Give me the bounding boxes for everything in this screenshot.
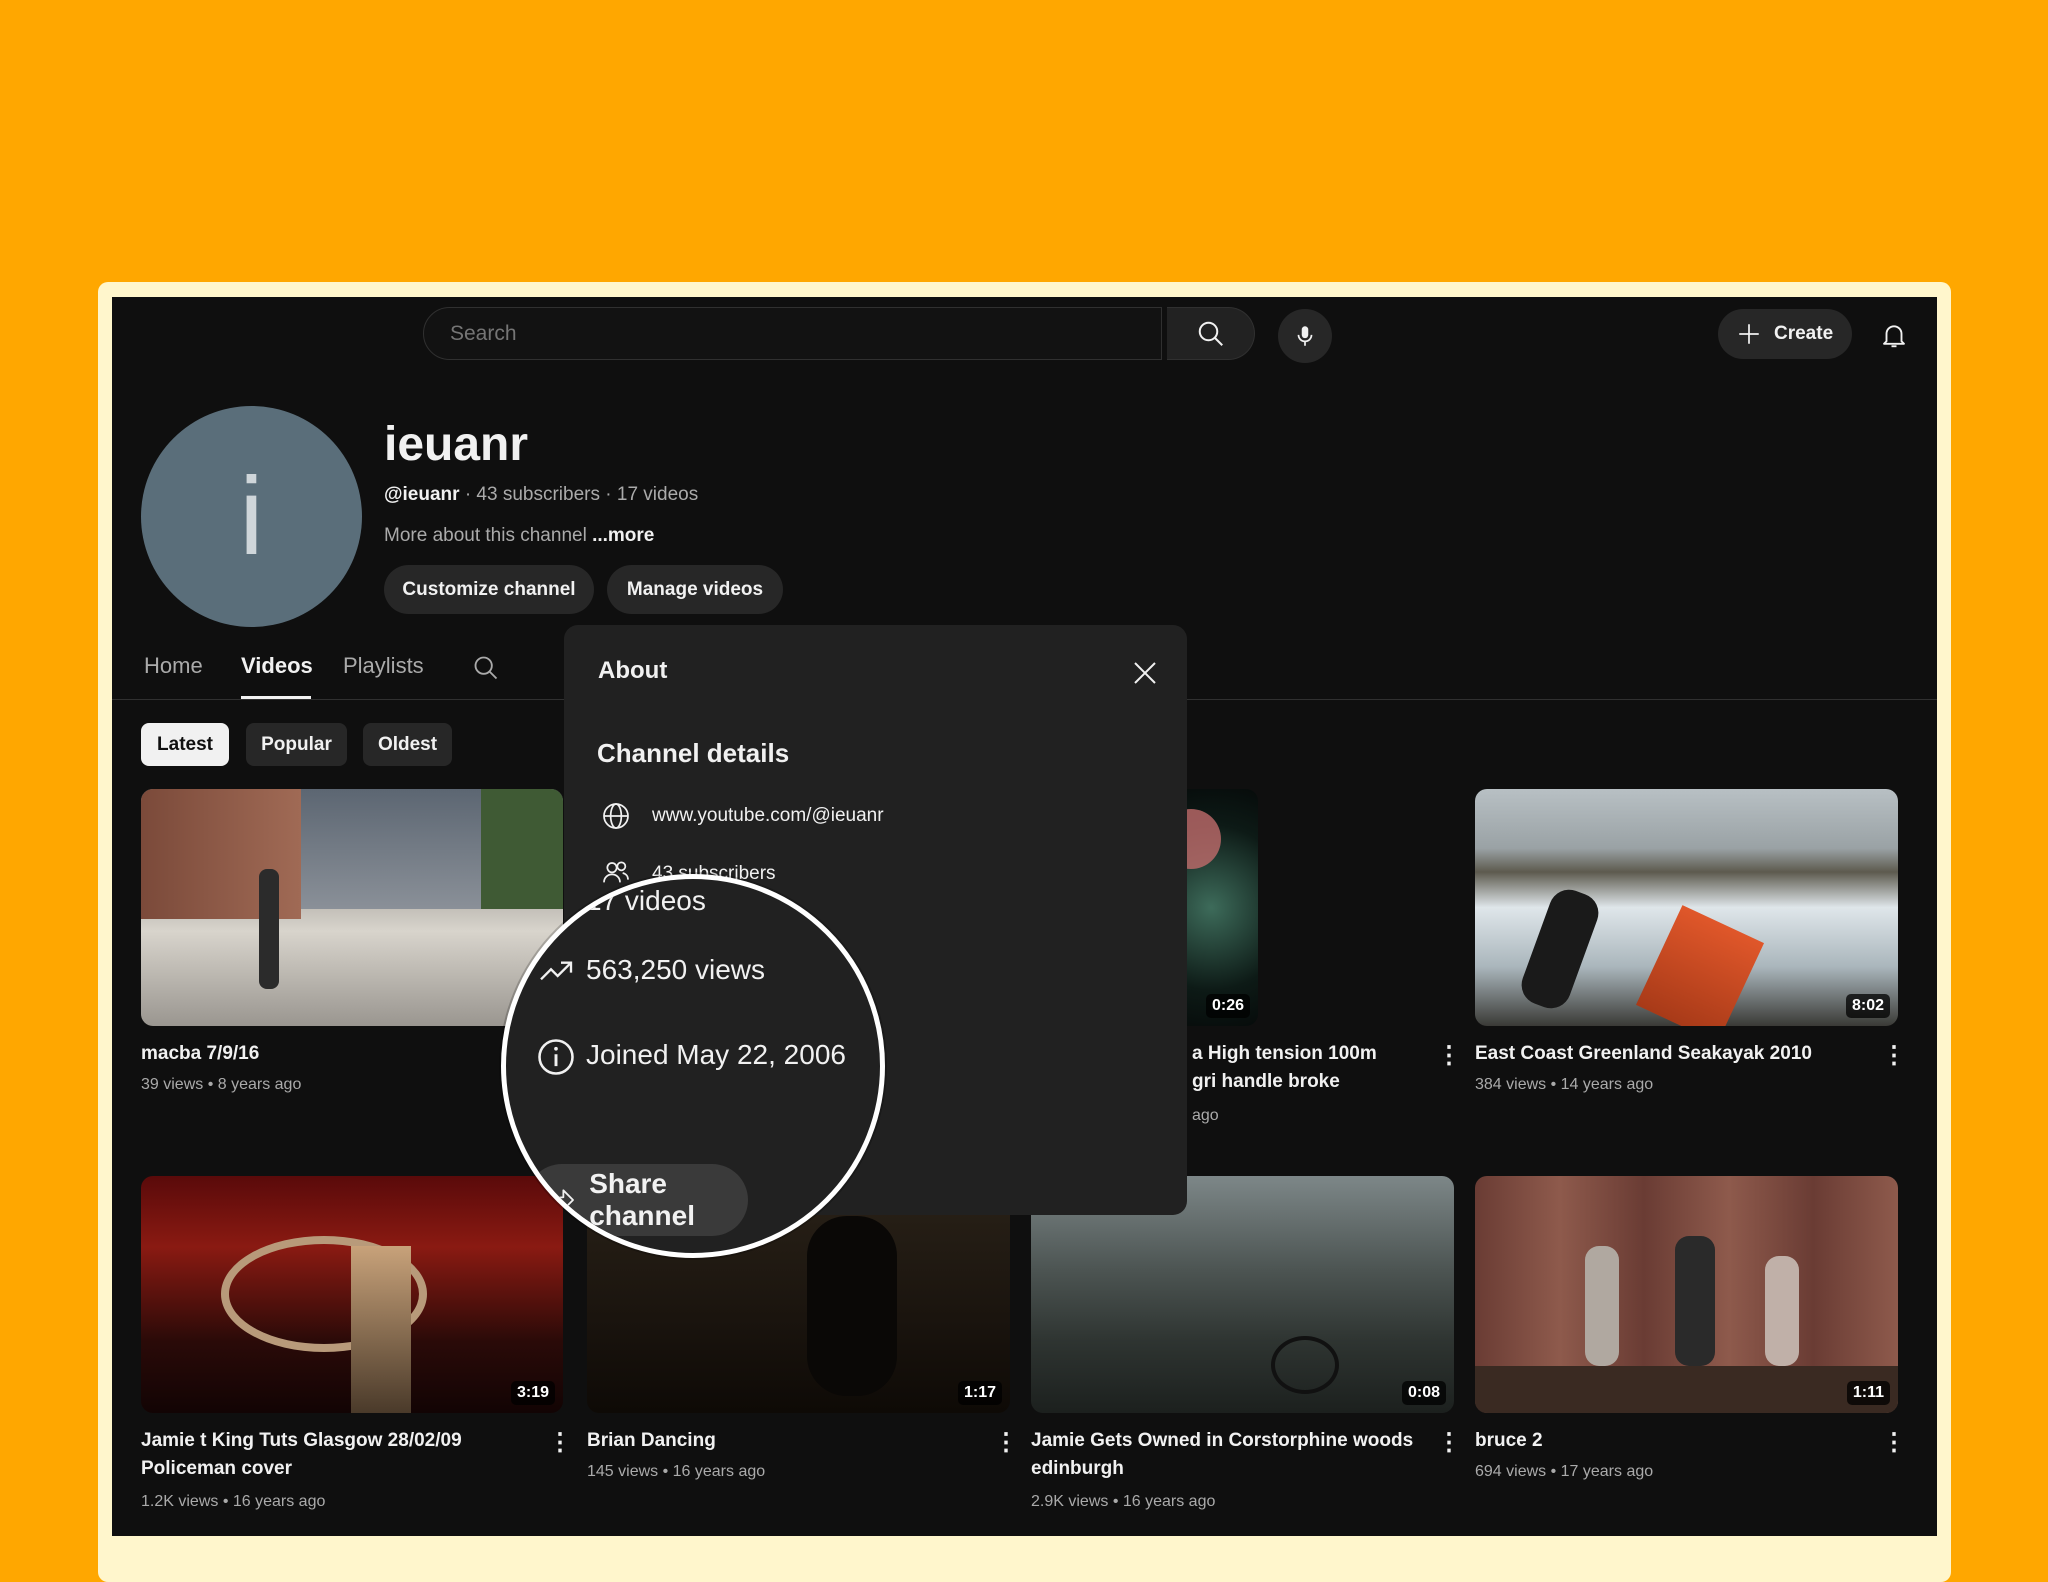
share-channel-button[interactable]: Share channel [526,1164,748,1236]
search-button[interactable] [1167,307,1255,360]
video-title[interactable]: a High tension 100m [1192,1040,1377,1068]
create-button[interactable]: Create [1718,309,1852,359]
tab-playlists[interactable]: Playlists [343,653,424,679]
magnifier-callout: 17 videos 563,250 views Joined May 22, 2… [501,874,885,1258]
channel-handle: @ieuanr [384,484,460,505]
channel-url-link[interactable]: www.youtube.com/@ieuanr [652,805,884,827]
video-duration: 0:26 [1205,994,1250,1018]
video-thumbnail[interactable]: 8:02 [1475,789,1898,1026]
more-vert-icon[interactable]: ⋮ [548,1428,572,1457]
video-title-line2[interactable]: Policeman cover [141,1455,292,1483]
video-count: 17 videos [586,885,706,916]
chip-oldest[interactable]: Oldest [363,723,452,766]
chip-latest[interactable]: Latest [141,723,229,766]
channel-avatar: i [141,406,362,627]
video-duration: 1:17 [957,1381,1002,1405]
youtube-channel-page: Create i ieuanr @ieuanr · 43 subscribers… [112,297,1937,1536]
video-title-line2[interactable]: edinburgh [1031,1455,1124,1483]
search-box[interactable] [423,307,1162,360]
channel-meta: @ieuanr · 43 subscribers · 17 videos [384,484,698,506]
manage-videos-button[interactable]: Manage videos [607,565,783,614]
close-icon [1134,662,1156,684]
total-views: 563,250 views [586,954,766,985]
video-meta: 1.2K views • 16 years ago [141,1493,326,1510]
video-duration: 3:19 [510,1381,555,1405]
search-input[interactable] [448,321,1132,347]
video-thumbnail[interactable]: 3:19 [141,1176,563,1413]
trending-icon [536,951,576,996]
share-channel-label: Share channel [589,1168,695,1231]
close-button[interactable] [1130,658,1160,688]
channel-description[interactable]: More about this channel ...more [384,525,654,547]
video-title[interactable]: macba 7/9/16 [141,1040,259,1068]
description-text: More about this channel [384,525,593,546]
channel-stats: · 43 subscribers · 17 videos [459,484,699,505]
info-icon [534,1035,578,1084]
video-meta: 384 views • 14 years ago [1475,1076,1654,1093]
video-meta: 694 views • 17 years ago [1475,1463,1654,1480]
more-vert-icon[interactable]: ⋮ [1882,1041,1906,1070]
video-title[interactable]: Jamie Gets Owned in Corstorphine woods [1031,1427,1413,1455]
notifications-button[interactable] [1876,317,1912,353]
video-meta: 39 views • 8 years ago [141,1076,302,1093]
video-title[interactable]: Brian Dancing [587,1427,716,1455]
share-icon [547,1189,574,1212]
video-duration: 0:08 [1401,1381,1446,1405]
video-duration: 1:11 [1846,1381,1890,1405]
video-thumbnail[interactable]: 1:11 [1475,1176,1898,1413]
more-link[interactable]: ...more [592,525,654,546]
tab-videos[interactable]: Videos [241,653,313,679]
joined-date: Joined May 22, 2006 [586,1039,846,1070]
tab-home[interactable]: Home [144,653,203,679]
search-icon [1198,321,1223,346]
video-duration: 8:02 [1845,994,1890,1018]
more-vert-icon[interactable]: ⋮ [1437,1428,1461,1457]
microphone-icon [1297,326,1313,346]
video-thumbnail[interactable] [141,789,563,1026]
video-title[interactable]: bruce 2 [1475,1427,1543,1455]
more-vert-icon[interactable]: ⋮ [1882,1428,1906,1457]
voice-search-button[interactable] [1278,309,1332,363]
video-title[interactable]: Jamie t King Tuts Glasgow 28/02/09 [141,1427,462,1455]
create-label: Create [1774,323,1834,344]
customize-channel-button[interactable]: Customize channel [384,565,594,614]
video-title-line2[interactable]: gri handle broke [1192,1068,1340,1096]
video-meta: 145 views • 16 years ago [587,1463,766,1480]
video-meta: ago [1192,1107,1219,1124]
dialog-title: About [598,657,668,684]
video-title[interactable]: East Coast Greenland Seakayak 2010 [1475,1040,1812,1068]
channel-name: ieuanr [384,418,529,471]
plus-icon [1739,324,1759,344]
video-meta: 2.9K views • 16 years ago [1031,1493,1216,1510]
more-vert-icon[interactable]: ⋮ [1437,1041,1461,1070]
bell-icon [1883,325,1905,348]
chip-popular[interactable]: Popular [246,723,347,766]
channel-search-button[interactable] [472,654,500,687]
more-vert-icon[interactable]: ⋮ [994,1428,1018,1457]
search-icon [474,656,498,680]
channel-details-heading: Channel details [597,738,790,768]
globe-icon [600,800,632,837]
